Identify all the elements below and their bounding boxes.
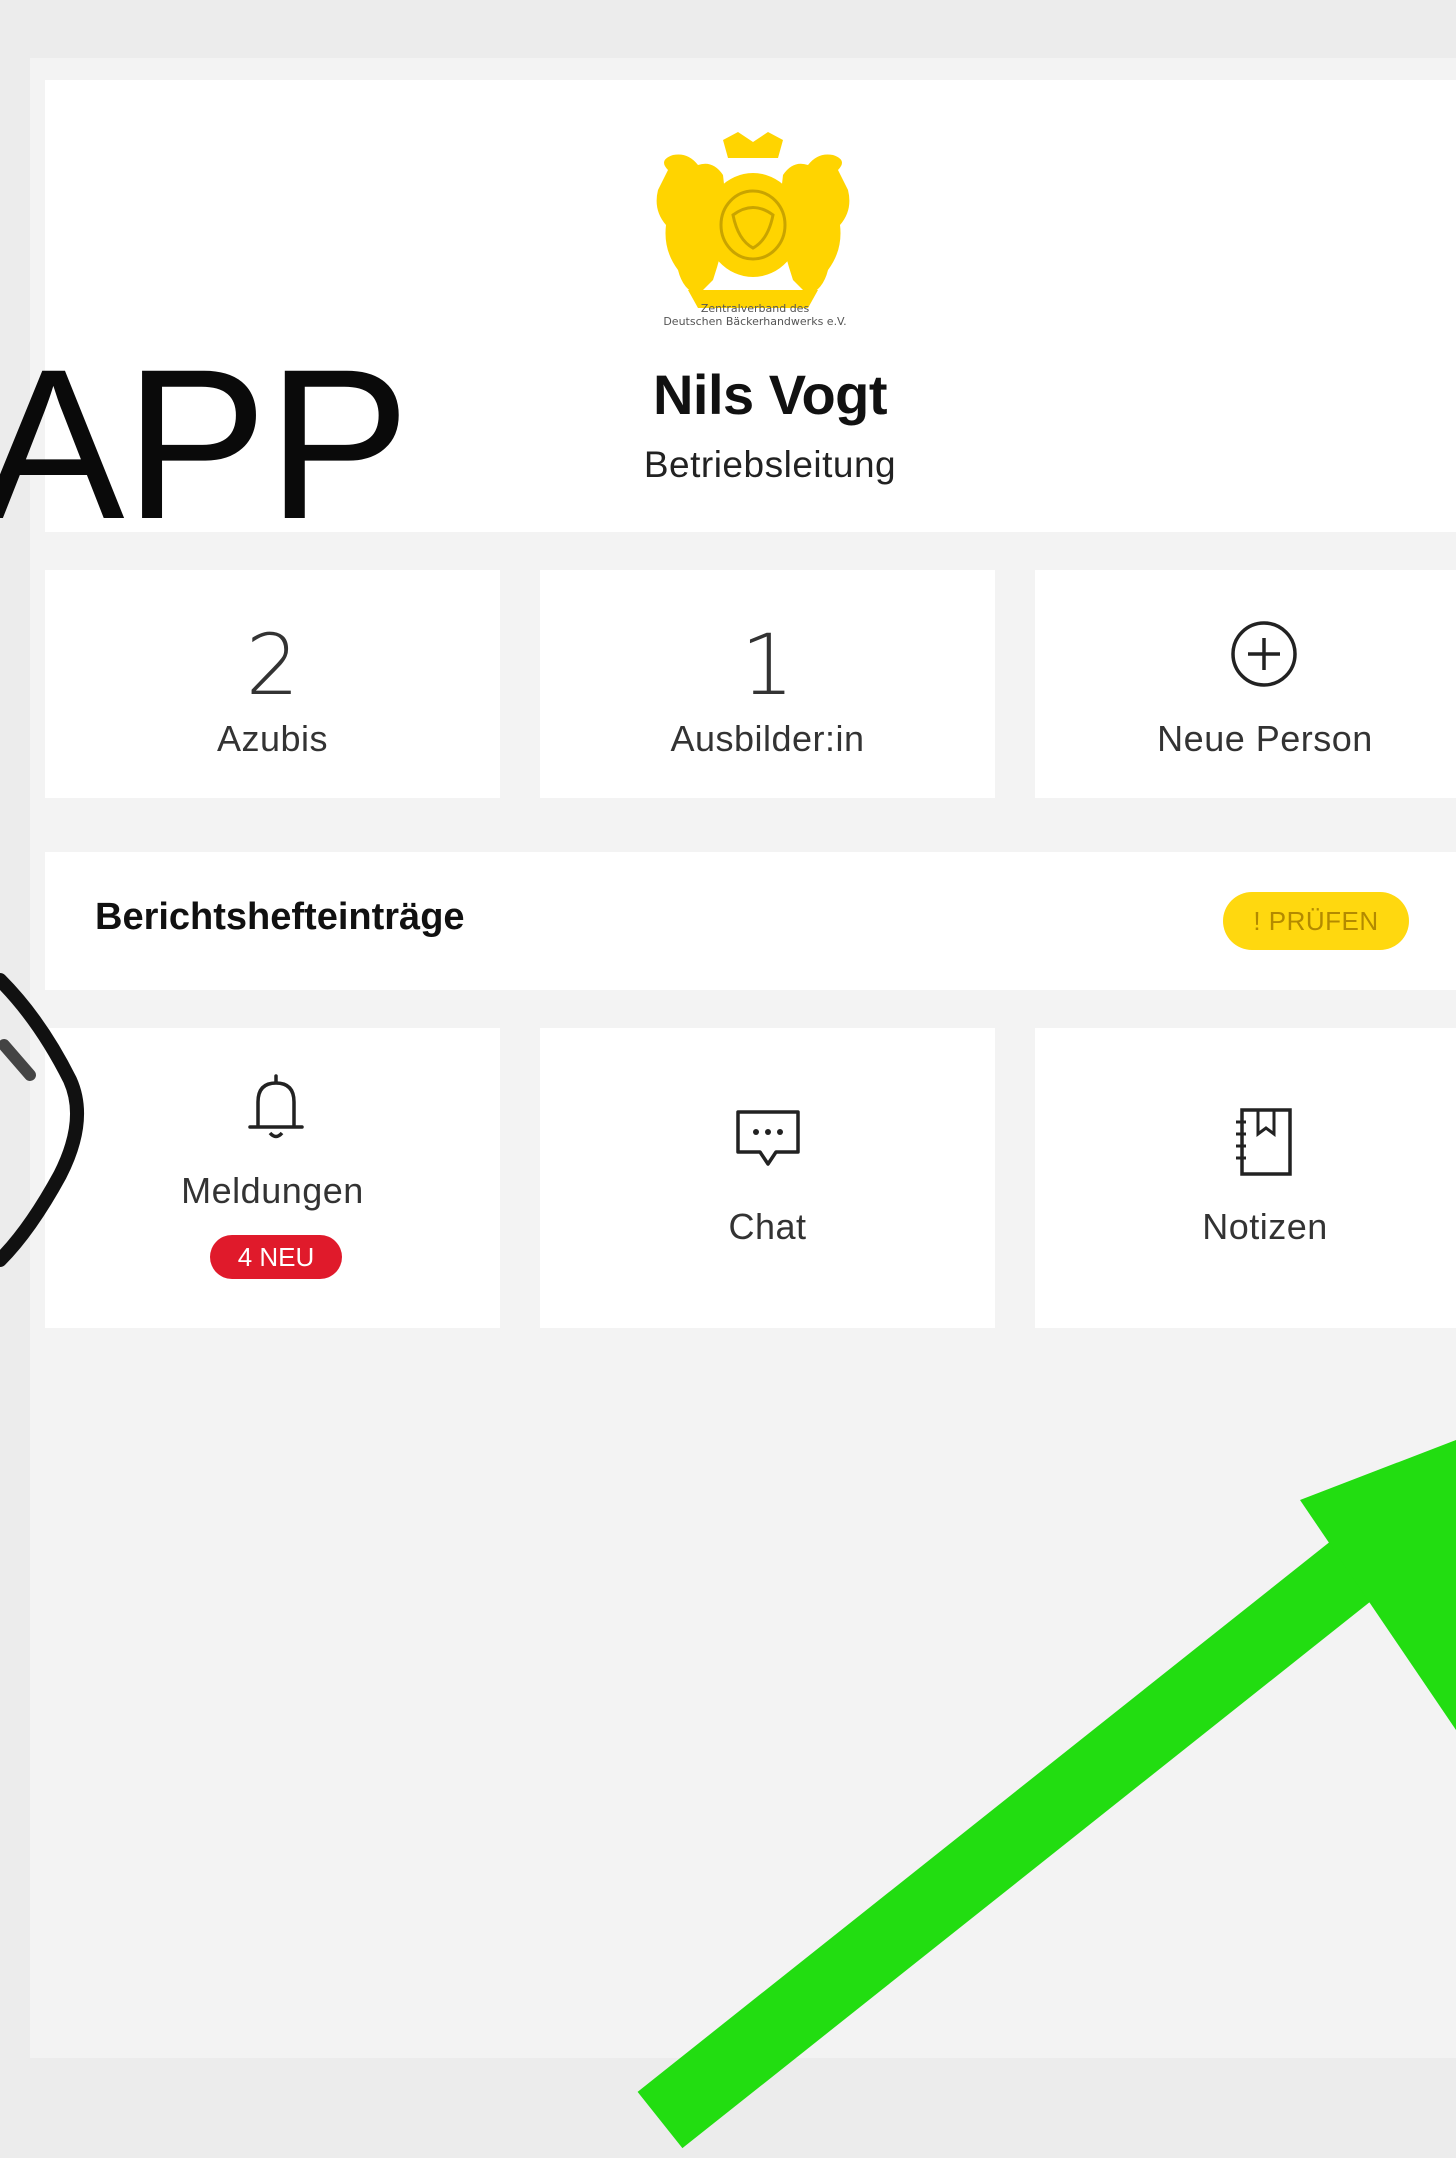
logo-caption: Zentralverband des Deutschen Bäckerhandw… xyxy=(600,302,910,328)
ausbilder-card[interactable]: 1 Ausbilder:in xyxy=(540,570,995,798)
overlay-app-title: -APP xyxy=(0,340,480,550)
green-arrow-pointer xyxy=(637,1440,1456,2149)
bell-icon xyxy=(248,1074,304,1139)
logo-caption-line1: Zentralverband des xyxy=(700,302,810,315)
azubis-label: Azubis xyxy=(216,718,329,759)
logo-caption-line2: Deutschen Bäckerhandwerks e.V. xyxy=(663,315,847,328)
notifications-label: Meldungen xyxy=(181,1170,364,1211)
report-entries-title: Berichtshefteinträge xyxy=(95,896,465,938)
new-person-label: Neue Person xyxy=(1157,718,1373,759)
chat-card[interactable]: Chat xyxy=(540,1028,995,1328)
azubis-card[interactable]: 2 Azubis xyxy=(45,570,500,798)
azubis-count: 2 xyxy=(245,616,300,714)
check-badge: ! PRÜFEN xyxy=(1223,892,1409,950)
ausbilder-label: Ausbilder:in xyxy=(670,718,865,759)
plus-circle-icon xyxy=(1231,621,1297,687)
user-role: Betriebsleitung xyxy=(643,444,897,485)
notifications-new-badge: 4 NEU xyxy=(210,1235,342,1279)
overlay-app-title-text: -APP xyxy=(0,340,410,550)
user-name: Nils Vogt xyxy=(652,363,888,426)
chat-label: Chat xyxy=(728,1206,807,1247)
notes-label: Notizen xyxy=(1202,1206,1328,1247)
report-entries-row[interactable]: Berichtshefteinträge ! PRÜFEN › xyxy=(45,852,1456,990)
notebook-icon xyxy=(1236,1108,1292,1176)
chat-bubble-icon xyxy=(736,1110,800,1166)
phone-outline-fragment xyxy=(0,973,85,1267)
ausbilder-count: 1 xyxy=(740,616,795,714)
